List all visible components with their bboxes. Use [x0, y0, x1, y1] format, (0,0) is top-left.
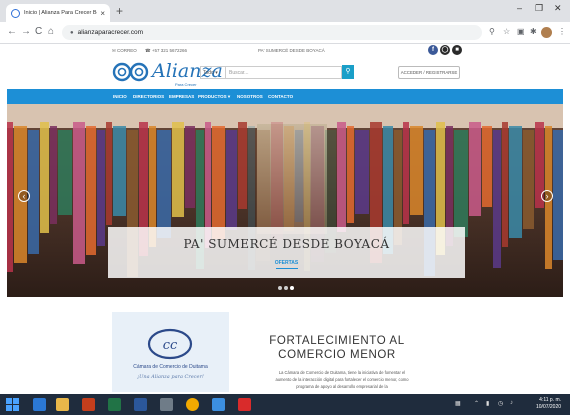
profile-avatar[interactable] — [541, 27, 552, 38]
search-button[interactable]: ⚲ — [342, 65, 354, 79]
reload-button[interactable]: C — [35, 27, 42, 37]
restore-button[interactable]: ❐ — [535, 3, 543, 14]
windows-start-icon[interactable] — [6, 398, 19, 411]
facebook-icon[interactable]: f — [428, 45, 438, 55]
lock-icon: ● — [70, 29, 74, 36]
browser-toolbar: ← → C ⌂ ● alianzaparacrecer.com ⚲ ☆ ▣ ✱ … — [0, 22, 570, 44]
browser-tab-strip: Inicio | Alianza Para Crecer Boya × + – … — [0, 0, 570, 22]
slider-next-button[interactable]: › — [541, 190, 553, 202]
zoom-icon[interactable]: ⚲ — [489, 28, 495, 36]
search-input[interactable]: Buscar... — [226, 66, 342, 79]
new-tab-button[interactable]: + — [116, 5, 123, 17]
slide-caption: PA' SUMERCÉ DESDE BOYACÁ OFERTAS — [108, 227, 465, 278]
excel-icon[interactable] — [108, 398, 121, 411]
account-button[interactable]: ACCEDER / REGISTRARSE — [398, 66, 460, 79]
nav-item-productos[interactable]: PRODUCTOS ▾ — [198, 94, 230, 100]
tab-title: Inicio | Alianza Para Crecer Boya — [24, 10, 97, 16]
section-title-line-2: COMERCIO MENOR — [278, 348, 396, 361]
nav-item-empresas[interactable]: EMPRESAS — [169, 94, 194, 99]
windows-taskbar: ▦ ⌃ ▮ ◷ ♪ 4:11 p. m. 10/07/2020 — [0, 394, 570, 415]
minimize-button[interactable]: – — [517, 3, 522, 13]
email-label: CORREO — [117, 48, 137, 53]
chamber-name: Cámara de Comercio de Duitama — [133, 364, 208, 370]
zoom-app-icon[interactable] — [212, 398, 225, 411]
volume-icon[interactable]: ♪ — [510, 400, 513, 406]
chrome-icon[interactable] — [186, 398, 199, 411]
browser-tab[interactable]: Inicio | Alianza Para Crecer Boya × — [6, 4, 110, 22]
nav-item-directorios[interactable]: DIRECTORIOS — [133, 94, 164, 99]
promo-text: PA' SUMERCÉ DESDE BOYACÁ — [258, 48, 325, 53]
chamber-slogan: ¡Una Alianza para Crecer! — [137, 374, 204, 380]
main-nav: INICIO DIRECTORIOS EMPRESAS PRODUCTOS ▾ … — [7, 89, 563, 104]
phone-number: +57 321 5672266 — [151, 48, 188, 53]
email-link[interactable]: ✉ CORREO — [112, 48, 137, 54]
mail-icon: ✉ — [112, 48, 116, 53]
address-bar[interactable]: ● alianzaparacrecer.com — [62, 25, 482, 40]
instagram-icon[interactable]: ◯ — [440, 45, 450, 55]
tab-close-icon[interactable]: × — [100, 9, 105, 18]
slider-dot-1[interactable] — [278, 286, 282, 290]
tray-chevron-icon[interactable]: ⌃ — [474, 400, 479, 407]
logo-tagline: Para Crecer — [175, 82, 197, 87]
home-button[interactable]: ⌂ — [48, 27, 54, 37]
clock-date: 10/07/2020 — [536, 404, 562, 410]
app-icon[interactable] — [160, 398, 173, 411]
extension-icon[interactable]: ▣ — [517, 28, 525, 36]
bookmark-star-icon[interactable]: ☆ — [503, 28, 510, 36]
menu-kebab-icon[interactable]: ⋮ — [558, 28, 566, 36]
word-icon[interactable] — [134, 398, 147, 411]
url-text[interactable]: alianzaparacrecer.com — [78, 29, 143, 36]
section-title: FORTALECIMIENTO AL COMERCIO MENOR — [262, 335, 412, 362]
powerpoint-icon[interactable] — [82, 398, 95, 411]
file-explorer-icon[interactable] — [56, 398, 69, 411]
chamber-logo-icon: cc — [147, 328, 193, 360]
offers-link[interactable]: OFERTAS — [108, 260, 465, 266]
nav-item-contacto[interactable]: CONTACTO — [268, 94, 293, 99]
phone-link[interactable]: ☎ +57 321 5672266 — [145, 48, 187, 54]
window-close-button[interactable]: ✕ — [554, 3, 562, 14]
back-button[interactable]: ← — [7, 27, 17, 37]
category-select[interactable]: Todo ▾ — [200, 66, 226, 79]
phone-icon: ☎ — [145, 48, 151, 53]
clock-time: 4:11 p. m. — [539, 397, 562, 403]
nav-item-inicio[interactable]: INICIO — [113, 94, 127, 99]
extensions-puzzle-icon[interactable]: ✱ — [530, 28, 537, 36]
social-icon[interactable]: ■ — [452, 45, 462, 55]
category-value: Todo — [203, 70, 214, 76]
search-icon: ⚲ — [345, 68, 351, 75]
alianza-logo-icon[interactable] — [112, 61, 154, 83]
slider-dot-2[interactable] — [284, 286, 288, 290]
nav-item-nosotros[interactable]: NOSOTROS — [237, 94, 263, 99]
battery-icon[interactable]: ▮ — [486, 400, 489, 407]
site-favicon-icon — [11, 8, 20, 18]
chevron-down-icon: ▾ — [215, 70, 218, 76]
section-body: La Cámara de Comercio de Duitama, tiene … — [275, 370, 409, 389]
slider-prev-button[interactable]: ‹ — [18, 190, 30, 202]
slider-dot-3-active[interactable] — [290, 286, 294, 290]
system-clock[interactable]: 4:11 p. m. 10/07/2020 — [536, 397, 561, 411]
slide-title: PA' SUMERCÉ DESDE BOYACÁ — [183, 237, 390, 251]
chamber-card[interactable]: cc Cámara de Comercio de Duitama ¡Una Al… — [112, 312, 229, 392]
acrobat-icon[interactable] — [238, 398, 251, 411]
svg-text:cc: cc — [163, 338, 178, 353]
section-title-line-1: FORTALECIMIENTO AL — [269, 335, 405, 347]
forward-button[interactable]: → — [21, 27, 31, 37]
wifi-icon[interactable]: ◷ — [498, 400, 503, 407]
edge-icon[interactable] — [33, 398, 46, 411]
keyboard-icon[interactable]: ▦ — [455, 400, 461, 407]
offers-link-underline — [275, 268, 298, 269]
